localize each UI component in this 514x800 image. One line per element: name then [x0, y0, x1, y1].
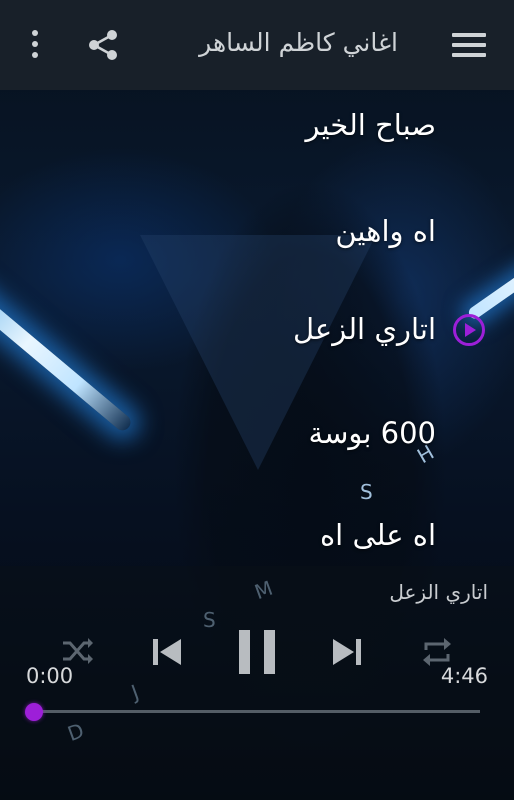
shuffle-icon[interactable] — [60, 636, 94, 666]
app-bar: اغاني كاظم الساهر — [0, 0, 514, 90]
total-duration: 4:46 — [440, 664, 488, 688]
song-item[interactable]: 600 بوسة — [309, 416, 436, 450]
previous-icon[interactable] — [150, 636, 184, 668]
menu-icon[interactable] — [452, 33, 486, 59]
share-icon[interactable] — [86, 28, 120, 62]
song-item[interactable]: اه على اه — [320, 518, 436, 552]
more-vert-icon[interactable] — [30, 30, 40, 60]
app-title: اغاني كاظم الساهر — [199, 28, 398, 57]
now-playing-indicator-icon — [453, 314, 485, 346]
seek-bar[interactable] — [34, 710, 480, 713]
song-item[interactable]: صباح الخير — [305, 108, 436, 142]
song-list: صباح الخير اه واهين اتاري الزعل 600 بوسة… — [0, 90, 514, 566]
player-panel: اتاري الزعل 0:00 4:46 — [0, 566, 514, 800]
song-item[interactable]: اه واهين — [335, 214, 436, 248]
elapsed-time: 0:00 — [26, 664, 74, 688]
pause-icon[interactable] — [236, 628, 278, 676]
now-playing-title: اتاري الزعل — [389, 580, 488, 604]
seek-thumb[interactable] — [25, 703, 43, 721]
next-icon[interactable] — [330, 636, 364, 668]
song-item-playing[interactable]: اتاري الزعل — [293, 312, 436, 346]
